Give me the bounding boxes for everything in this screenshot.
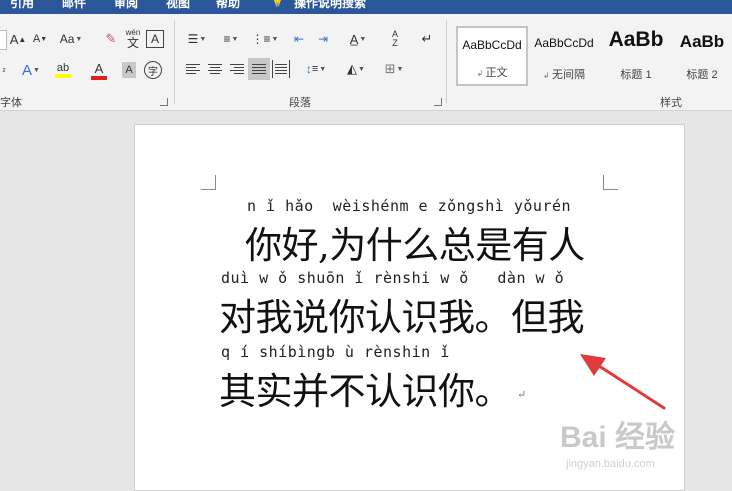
watermark-url: jingyan.baidu.com — [566, 458, 655, 470]
baidu-jingyan-watermark: Bai 经验 — [560, 421, 676, 454]
